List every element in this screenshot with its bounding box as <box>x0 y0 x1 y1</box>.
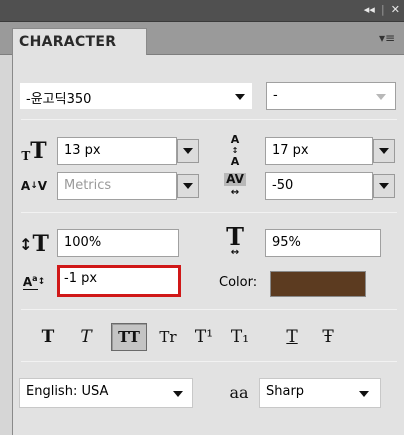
faux-italic-button[interactable]: T <box>71 323 101 351</box>
underline-button[interactable]: T <box>277 323 307 351</box>
kerning-field[interactable]: Metrics <box>57 172 177 200</box>
font-size-field[interactable]: 13 px <box>57 137 177 165</box>
faux-bold-button[interactable]: T <box>33 323 63 351</box>
divider: | <box>380 3 385 16</box>
antialias-value: Sharp <box>266 384 305 399</box>
language-value: English: USA <box>26 384 109 399</box>
font-family-field[interactable]: -윤고딕350 <box>19 82 253 110</box>
kerning-dropdown-button[interactable] <box>177 174 199 198</box>
chevron-down-icon <box>235 94 245 100</box>
leading-dropdown-button[interactable] <box>373 139 395 163</box>
tab-character[interactable]: CHARACTER <box>12 28 147 55</box>
tracking-dropdown-button[interactable] <box>373 174 395 198</box>
superscript-button[interactable]: T¹ <box>189 323 219 351</box>
chevron-down-icon <box>376 94 386 100</box>
panel-titlebar: ◂◂ | ✕ <box>0 0 404 22</box>
all-caps-label: TT <box>118 328 140 346</box>
strikethrough-label: Ŧ <box>322 327 334 347</box>
antialias-icon: aa <box>221 379 257 405</box>
kerning-icon: A ↓ V <box>20 179 48 193</box>
tracking-icon: AV ↔ <box>224 172 246 198</box>
color-label: Color: <box>219 275 258 290</box>
leading-icon: A ↕ A <box>230 132 240 168</box>
horizontal-scale-field[interactable]: 95% <box>265 229 381 257</box>
divider <box>21 361 397 362</box>
baseline-shift-field[interactable]: -1 px <box>57 265 181 297</box>
chevron-down-icon <box>183 148 193 154</box>
character-panel: -윤고딕350 - TT 13 px A ↕ A 17 px A ↓ V Metrics… <box>12 55 404 435</box>
font-size-dropdown-button[interactable] <box>177 139 199 163</box>
font-size-value: 13 px <box>64 143 101 158</box>
font-style-dropdown-button[interactable] <box>370 85 392 109</box>
font-family-dropdown-button[interactable] <box>229 85 251 109</box>
tab-row: CHARACTER ▾≡ <box>0 22 404 55</box>
baseline-shift-value: -1 px <box>64 271 98 286</box>
vertical-scale-field[interactable]: 100% <box>57 229 179 257</box>
text-style-buttons: T T TT Tr T¹ T₁ T Ŧ <box>13 320 404 354</box>
language-dropdown-button[interactable] <box>167 382 189 406</box>
font-size-icon: TT <box>21 138 47 164</box>
chevron-down-icon <box>379 148 389 154</box>
leading-value: 17 px <box>272 143 309 158</box>
tracking-value: -50 <box>272 178 294 193</box>
baseline-shift-icon: Aa ↕ <box>22 274 46 290</box>
faux-bold-label: T <box>41 327 55 347</box>
tab-label: CHARACTER <box>19 34 117 50</box>
chevron-down-icon <box>379 183 389 189</box>
divider <box>21 309 397 310</box>
close-icon[interactable]: ✕ <box>391 3 400 16</box>
subscript-button[interactable]: T₁ <box>225 323 255 351</box>
horizontal-scale-value: 95% <box>272 235 301 250</box>
all-caps-button[interactable]: TT <box>111 323 147 351</box>
chevron-down-icon <box>173 391 183 397</box>
strikethrough-button[interactable]: Ŧ <box>313 323 343 351</box>
leading-field[interactable]: 17 px <box>265 137 373 165</box>
divider <box>21 119 397 120</box>
collapse-icon[interactable]: ◂◂ <box>364 3 375 16</box>
small-caps-label: Tr <box>159 328 177 346</box>
superscript-label: T¹ <box>194 327 214 347</box>
divider <box>21 212 397 213</box>
small-caps-button[interactable]: Tr <box>153 323 183 351</box>
vertical-scale-value: 100% <box>64 235 102 250</box>
panel-menu-icon[interactable]: ▾≡ <box>378 31 396 45</box>
tracking-field[interactable]: -50 <box>265 172 373 200</box>
font-style-value: - <box>273 88 278 103</box>
antialias-dropdown-button[interactable] <box>353 382 375 406</box>
antialias-icon-label: aa <box>229 382 249 402</box>
kerning-value: Metrics <box>64 178 112 193</box>
font-family-value: -윤고딕350 <box>26 92 92 107</box>
chevron-down-icon <box>359 391 369 397</box>
vertical-scale-icon: ↕ T <box>19 231 49 257</box>
chevron-down-icon <box>183 183 193 189</box>
faux-italic-label: T <box>80 327 92 347</box>
underline-label: T <box>286 327 298 347</box>
color-swatch[interactable] <box>270 271 366 297</box>
subscript-label: T₁ <box>230 327 250 347</box>
horizontal-scale-icon: T ↔ <box>226 222 244 258</box>
